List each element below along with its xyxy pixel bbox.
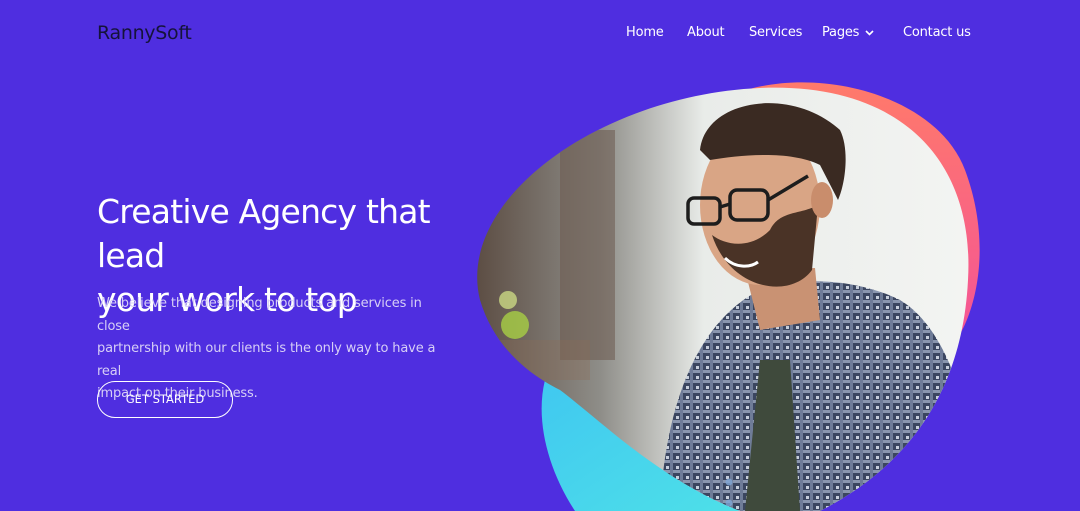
nav-item-pages-label: Pages bbox=[822, 25, 860, 40]
hero-description-line-2: partnership with our clients is the only… bbox=[97, 341, 436, 379]
hero-title-line-1: Creative Agency that lead bbox=[97, 192, 431, 275]
get-started-button[interactable]: GET STARTED bbox=[97, 381, 233, 418]
nav-item-contact[interactable]: Contact us bbox=[903, 25, 971, 40]
hero-description-line-1: We believe that designing products and s… bbox=[97, 296, 422, 334]
nav-item-home[interactable]: Home bbox=[626, 25, 664, 40]
slider-dot-2[interactable] bbox=[725, 499, 733, 507]
nav-item-pages[interactable]: Pages bbox=[822, 25, 874, 40]
nav-item-services[interactable]: Services bbox=[749, 25, 802, 40]
main-menu: Home About Services Pages Contact us bbox=[0, 25, 1080, 45]
chevron-down-icon bbox=[865, 29, 874, 36]
top-navbar: RannySoft Home About Services Pages Cont… bbox=[0, 0, 1080, 70]
slider-dot-1[interactable] bbox=[725, 478, 733, 486]
nav-item-about[interactable]: About bbox=[687, 25, 725, 40]
hero-illustration bbox=[477, 82, 980, 511]
